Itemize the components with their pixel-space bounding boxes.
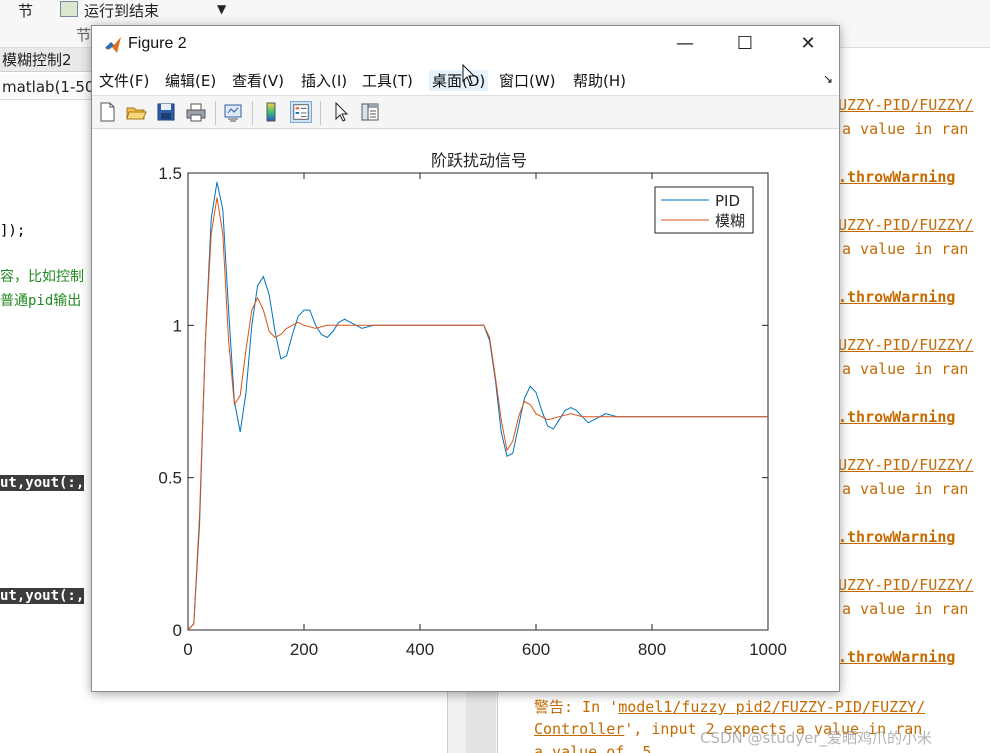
link-plot-icon[interactable]	[222, 101, 244, 123]
code-highlight[interactable]: ut,yout(:,	[0, 588, 85, 604]
y-tick-label: 1	[173, 316, 182, 335]
menu-edit[interactable]: 编辑(E)	[165, 70, 216, 91]
x-tick-label: 400	[406, 640, 434, 659]
warning-line-3: a value of .5	[534, 743, 652, 753]
pointer-icon[interactable]	[330, 101, 352, 123]
axes: 0 200 400 600 800 1000 0 0.5 1 1.5	[158, 164, 787, 659]
y-tick-label: 0	[173, 621, 182, 640]
throw-warning-link[interactable]: .throwWarning	[838, 288, 955, 306]
toolstrip-dropdown-icon[interactable]: ▼	[217, 2, 226, 16]
legend-label: PID	[715, 192, 740, 210]
axes-box	[187, 172, 769, 631]
code-highlight[interactable]: ut,yout(:,	[0, 475, 85, 491]
warning-link[interactable]: model1/fuzzy pid2/FUZZY-PID/FUZZY/	[618, 698, 925, 716]
warning-link-controller[interactable]: Controller	[534, 720, 624, 738]
warning-source-link[interactable]: UZZY-PID/FUZZY/	[838, 216, 973, 234]
run-to-end-icon	[60, 1, 78, 17]
splitter-bottom	[466, 690, 496, 753]
warning-message: a value in ran	[842, 360, 969, 378]
warning-message: a value in ran	[842, 240, 969, 258]
section-button[interactable]: 节	[18, 0, 33, 21]
x-tick-label: 1000	[749, 640, 787, 659]
throw-warning-link[interactable]: .throwWarning	[838, 408, 955, 426]
dock-icon[interactable]: ↘	[823, 72, 833, 86]
plot-area[interactable]: 阶跃扰动信号 0 200 400 600 800 1000 0 0.5 1 1.5 PID 模糊	[92, 130, 839, 691]
menu-file[interactable]: 文件(F)	[99, 70, 149, 91]
x-tick-label: 800	[638, 640, 666, 659]
section-group-label: 节	[76, 26, 92, 44]
warning-message: a value in ran	[842, 120, 969, 138]
throw-warning-link[interactable]: .throwWarning	[838, 648, 955, 666]
warning-line: 警告: In 'model1/fuzzy pid2/FUZZY-PID/FUZZ…	[534, 696, 925, 717]
property-editor-icon[interactable]	[359, 101, 381, 123]
csdn-watermark: CSDN @studyer_爱晒鸡爪的小米	[700, 729, 933, 747]
minimize-button[interactable]: —	[655, 26, 715, 64]
warning-source-link[interactable]: UZZY-PID/FUZZY/	[838, 336, 973, 354]
menu-view[interactable]: 查看(V)	[232, 70, 284, 91]
code-line[interactable]: ]);	[0, 223, 25, 239]
code-comment[interactable]: 普通pid输出	[0, 290, 81, 310]
throw-warning-link[interactable]: .throwWarning	[838, 168, 955, 186]
toolbar-separator	[215, 101, 216, 125]
step-response-chart[interactable]: 阶跃扰动信号 0 200 400 600 800 1000 0 0.5 1 1.5 PID 模糊	[92, 130, 839, 691]
matlab-logo-icon	[105, 37, 121, 53]
warning-source-link[interactable]: UZZY-PID/FUZZY/	[838, 96, 973, 114]
figure-title: Figure 2	[128, 35, 187, 52]
toolbar-separator	[320, 101, 321, 125]
x-tick-label: 0	[183, 640, 192, 659]
warning-source-link[interactable]: UZZY-PID/FUZZY/	[838, 456, 973, 474]
maximize-button[interactable]: ☐	[715, 26, 775, 64]
figure-toolbar	[92, 95, 839, 129]
warning-message: a value in ran	[842, 480, 969, 498]
figure-window[interactable]: Figure 2 — ☐ ✕ 文件(F) 编辑(E) 查看(V) 插入(I) 工…	[91, 25, 840, 692]
print-icon[interactable]	[185, 101, 207, 123]
menu-tools[interactable]: 工具(T)	[362, 70, 413, 91]
chart-title: 阶跃扰动信号	[431, 151, 527, 170]
code-comment[interactable]: 容，比如控制	[0, 266, 84, 286]
legend[interactable]: PID 模糊	[654, 186, 754, 234]
mouse-cursor-icon	[462, 64, 476, 85]
warning-source-link[interactable]: UZZY-PID/FUZZY/	[838, 576, 973, 594]
menu-insert[interactable]: 插入(I)	[301, 70, 347, 91]
save-icon[interactable]	[155, 101, 177, 123]
menu-window[interactable]: 窗口(W)	[499, 70, 556, 91]
menu-desktop[interactable]: 桌面(D)	[429, 70, 489, 91]
y-tick-label: 0.5	[158, 469, 182, 488]
x-tick-label: 600	[522, 640, 550, 659]
menu-help[interactable]: 帮助(H)	[573, 70, 626, 91]
warning-prefix: 警告: In '	[534, 698, 619, 716]
colorbar-icon[interactable]	[260, 101, 282, 123]
close-button[interactable]: ✕	[778, 26, 838, 64]
figure-titlebar[interactable]: Figure 2 — ☐ ✕	[92, 26, 839, 64]
run-to-end-button[interactable]: 运行到结束	[84, 0, 159, 21]
warning-message: a value in ran	[842, 600, 969, 618]
legend-label: 模糊	[715, 212, 745, 230]
y-tick-label: 1.5	[158, 164, 182, 183]
legend-icon[interactable]	[290, 101, 312, 123]
toolbar-separator	[252, 101, 253, 125]
open-file-icon[interactable]	[125, 101, 147, 123]
new-figure-icon[interactable]	[96, 101, 118, 123]
screen: 节 运行到结束 ▼ 节 模糊控制2 matlab(1-50 ]); 容，比如控制…	[0, 0, 990, 753]
x-tick-label: 200	[290, 640, 318, 659]
throw-warning-link[interactable]: .throwWarning	[838, 528, 955, 546]
